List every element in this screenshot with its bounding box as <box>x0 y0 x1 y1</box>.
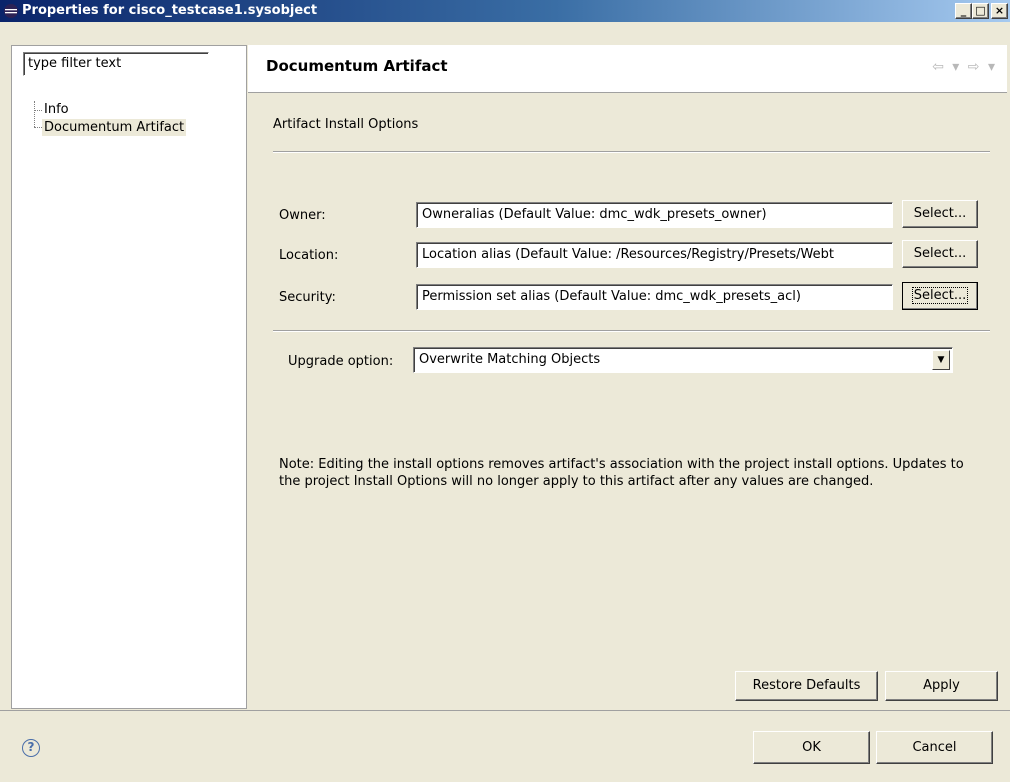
security-field[interactable]: Permission set alias (Default Value: dmc… <box>416 284 893 310</box>
tree-item-info[interactable]: Info <box>42 101 71 118</box>
forward-dropdown-icon[interactable]: ▾ <box>988 59 997 75</box>
restore-defaults-button[interactable]: Restore Defaults <box>735 671 878 701</box>
tree-item-documentum-artifact[interactable]: Documentum Artifact <box>42 119 187 136</box>
tree-connector <box>34 110 42 111</box>
eclipse-icon <box>4 4 18 18</box>
window-title: Properties for cisco_testcase1.sysobject <box>22 3 318 18</box>
security-select-label: Select... <box>911 287 969 304</box>
properties-dialog: Properties for cisco_testcase1.sysobject… <box>0 0 1010 782</box>
close-button[interactable]: × <box>991 3 1008 19</box>
location-field[interactable]: Location alias (Default Value: /Resource… <box>416 242 893 268</box>
page-header: Documentum Artifact ⇦ ▾ ⇨ ▾ <box>248 45 1007 93</box>
location-label: Location: <box>279 248 339 263</box>
back-arrow-icon[interactable]: ⇦ <box>932 59 946 75</box>
separator <box>273 330 990 332</box>
apply-button[interactable]: Apply <box>885 671 998 701</box>
property-page: Documentum Artifact ⇦ ▾ ⇨ ▾ Artifact Ins… <box>248 45 1007 709</box>
dropdown-arrow-icon[interactable]: ▼ <box>932 350 950 370</box>
section-label: Artifact Install Options <box>273 117 419 132</box>
title-bar[interactable]: Properties for cisco_testcase1.sysobject… <box>0 0 1010 22</box>
upgrade-option-label: Upgrade option: <box>288 354 394 369</box>
minimize-button[interactable]: _ <box>955 3 972 19</box>
back-dropdown-icon[interactable]: ▾ <box>952 59 961 75</box>
ok-button[interactable]: OK <box>753 731 870 764</box>
maximize-button[interactable]: □ <box>972 3 989 19</box>
owner-select-button[interactable]: Select... <box>902 200 978 228</box>
separator <box>273 151 990 153</box>
filter-input[interactable]: type filter text <box>23 52 209 76</box>
owner-field[interactable]: Owneralias (Default Value: dmc_wdk_prese… <box>416 202 893 228</box>
upgrade-option-select[interactable]: Overwrite Matching Objects ▼ <box>413 347 953 373</box>
forward-arrow-icon[interactable]: ⇨ <box>968 59 982 75</box>
cancel-button[interactable]: Cancel <box>876 731 993 764</box>
help-icon[interactable]: ? <box>22 739 40 757</box>
install-options-note: Note: Editing the install options remove… <box>279 457 964 489</box>
dialog-button-bar: ? OK Cancel <box>0 710 1010 782</box>
owner-label: Owner: <box>279 208 326 223</box>
page-title: Documentum Artifact <box>266 57 448 75</box>
history-navigation: ⇦ ▾ ⇨ ▾ <box>932 59 997 75</box>
location-select-button[interactable]: Select... <box>902 240 978 268</box>
security-select-button[interactable]: Select... <box>902 282 978 310</box>
security-label: Security: <box>279 290 336 305</box>
tree-connector <box>34 127 42 128</box>
tree-connector <box>34 101 35 127</box>
preference-tree-panel: type filter text Info Documentum Artifac… <box>11 45 247 709</box>
upgrade-option-value: Overwrite Matching Objects <box>419 352 601 367</box>
